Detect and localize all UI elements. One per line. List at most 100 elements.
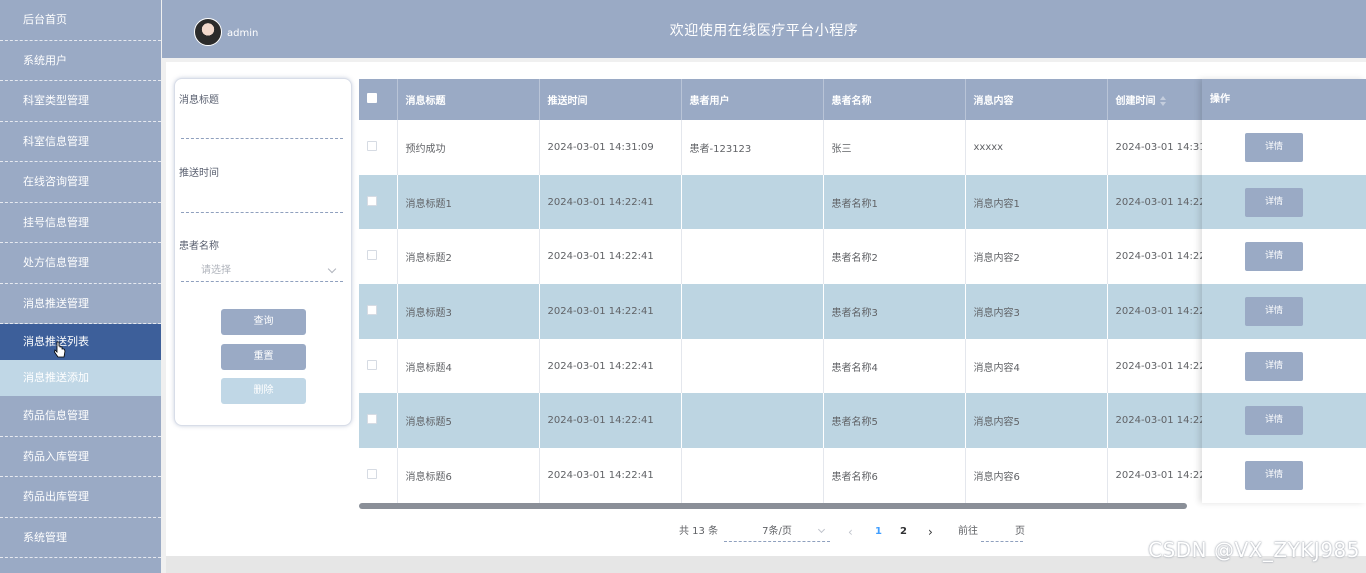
sort-icon[interactable]: [1159, 96, 1166, 106]
cell-patient-user: [681, 448, 824, 503]
detail-button[interactable]: 详情: [1245, 461, 1303, 491]
page-1-button[interactable]: 1: [875, 522, 882, 542]
operation-column: 操作 详情 详情 详情 详情 详情 详情 详情: [1202, 79, 1366, 503]
chevron-down-icon: [817, 525, 826, 534]
cell-patient-user: 患者-123123: [681, 120, 824, 175]
cell-content: xxxxx: [965, 120, 1108, 175]
next-page-button[interactable]: ›: [928, 522, 933, 542]
cell-push-time: 2024-03-01 14:22:41: [539, 393, 682, 449]
cell-content: 消息内容5: [965, 393, 1108, 449]
sidebar-item-drug-in[interactable]: 药品入库管理: [0, 437, 161, 477]
created-header-label: 创建时间: [1115, 96, 1156, 107]
cell-patient-name: 患者名称4: [823, 338, 966, 394]
detail-button[interactable]: 详情: [1245, 187, 1303, 217]
time-filter-input[interactable]: [181, 195, 343, 213]
sidebar-item-registration[interactable]: 挂号信息管理: [0, 203, 161, 243]
cell-patient-name: 患者名称3: [823, 284, 966, 339]
detail-button[interactable]: 详情: [1245, 133, 1303, 162]
column-header-patient-name: 患者名称: [823, 79, 966, 120]
cell-push-time: 2024-03-01 14:22:41: [539, 338, 682, 394]
cell-content: 消息内容2: [965, 229, 1108, 285]
detail-button[interactable]: 详情: [1245, 242, 1303, 272]
cell-title: 消息标题2: [397, 229, 540, 285]
row-checkbox[interactable]: [367, 140, 377, 151]
cell-patient-user: [681, 338, 824, 394]
sidebar-item-dept-info[interactable]: 科室信息管理: [0, 122, 161, 162]
cell-content: 消息内容3: [965, 284, 1108, 339]
column-header-title: 消息标题: [397, 79, 540, 120]
title-filter-label: 消息标题: [179, 95, 219, 106]
sidebar-item-push-manage[interactable]: 消息推送管理: [0, 284, 161, 324]
sidebar-item-drug-out[interactable]: 药品出库管理: [0, 477, 161, 518]
filter-panel: 消息标题 推送时间 患者名称 请选择 查询 重置 删除: [174, 78, 352, 426]
cell-patient-user: [681, 174, 824, 230]
row-checkbox[interactable]: [367, 250, 377, 261]
goto-unit-label: 页: [1015, 526, 1025, 537]
time-filter-label: 推送时间: [179, 168, 219, 179]
row-checkbox[interactable]: [367, 304, 377, 315]
cell-push-time: 2024-03-01 14:22:41: [539, 229, 682, 285]
sidebar-item-prescription[interactable]: 处方信息管理: [0, 243, 161, 284]
sidebar-item-dept-types[interactable]: 科室类型管理: [0, 81, 161, 122]
page-2-button[interactable]: 2: [900, 522, 907, 542]
cell-title: 消息标题3: [397, 284, 540, 339]
row-select-cell[interactable]: [359, 229, 398, 285]
sidebar-item-consult[interactable]: 在线咨询管理: [0, 162, 161, 203]
row-checkbox[interactable]: [367, 468, 377, 479]
cell-content: 消息内容6: [965, 448, 1108, 503]
cell-content: 消息内容1: [965, 174, 1108, 230]
cell-patient-name: 患者名称2: [823, 229, 966, 285]
sidebar-item-system[interactable]: 系统管理: [0, 518, 161, 558]
prev-page-button[interactable]: ‹: [848, 522, 853, 542]
operation-cell: 详情: [1202, 174, 1366, 230]
delete-button[interactable]: 删除: [221, 378, 306, 404]
cell-content: 消息内容4: [965, 338, 1108, 394]
title-filter-input[interactable]: [181, 121, 343, 139]
sidebar-item-push-add[interactable]: 消息推送添加: [0, 360, 161, 396]
row-checkbox[interactable]: [367, 414, 377, 425]
row-checkbox[interactable]: [367, 195, 377, 206]
operation-cell: 详情: [1202, 229, 1366, 285]
row-select-cell[interactable]: [359, 448, 398, 503]
row-select-cell[interactable]: [359, 120, 398, 175]
detail-button[interactable]: 详情: [1245, 351, 1303, 381]
operation-cell: 详情: [1202, 448, 1366, 503]
row-select-cell[interactable]: [359, 284, 398, 339]
main-content: 消息标题 推送时间 患者名称 请选择 查询 重置 删除 消息标题 推送时间 患者…: [166, 62, 1366, 556]
operation-cell: 详情: [1202, 120, 1366, 175]
watermark: CSDN @VX_ZYKJ985: [1148, 538, 1360, 562]
cell-title: 预约成功: [397, 120, 540, 175]
cell-push-time: 2024-03-01 14:22:41: [539, 448, 682, 503]
row-checkbox[interactable]: [367, 359, 377, 370]
page-size-value: 7条/页: [762, 526, 792, 537]
page-title: 欢迎使用在线医疗平台小程序: [669, 23, 859, 39]
page-size-select[interactable]: 7条/页: [724, 522, 830, 542]
sidebar-item-home[interactable]: 后台首页: [0, 0, 161, 41]
column-header-push-time: 推送时间: [539, 79, 682, 120]
sidebar-item-push-list[interactable]: 消息推送列表: [0, 324, 161, 360]
patient-filter-select[interactable]: 请选择: [181, 260, 343, 282]
patient-filter-label: 患者名称: [179, 241, 219, 252]
reset-button[interactable]: 重置: [221, 344, 306, 370]
query-button[interactable]: 查询: [221, 309, 306, 335]
cell-push-time: 2024-03-01 14:31:09: [539, 120, 682, 175]
select-all-cell[interactable]: [359, 79, 398, 120]
sidebar: 后台首页 系统用户 科室类型管理 科室信息管理 在线咨询管理 挂号信息管理 处方…: [0, 0, 161, 573]
operation-cell: 详情: [1202, 338, 1366, 394]
row-select-cell[interactable]: [359, 338, 398, 394]
select-all-checkbox[interactable]: [367, 93, 377, 103]
detail-button[interactable]: 详情: [1245, 297, 1303, 327]
horizontal-scrollbar[interactable]: [359, 503, 1187, 509]
row-select-cell[interactable]: [359, 393, 398, 449]
detail-button[interactable]: 详情: [1245, 406, 1303, 436]
cell-patient-name: 患者名称1: [823, 174, 966, 230]
sidebar-item-system-users[interactable]: 系统用户: [0, 41, 161, 81]
goto-label: 前往: [958, 526, 978, 537]
row-select-cell[interactable]: [359, 174, 398, 230]
sidebar-item-drug-info[interactable]: 药品信息管理: [0, 396, 161, 437]
operation-cell: 详情: [1202, 284, 1366, 339]
cell-patient-user: [681, 229, 824, 285]
operation-cell: 详情: [1202, 393, 1366, 449]
pagination-total: 共 13 条: [679, 526, 719, 537]
column-header-content: 消息内容: [965, 79, 1108, 120]
